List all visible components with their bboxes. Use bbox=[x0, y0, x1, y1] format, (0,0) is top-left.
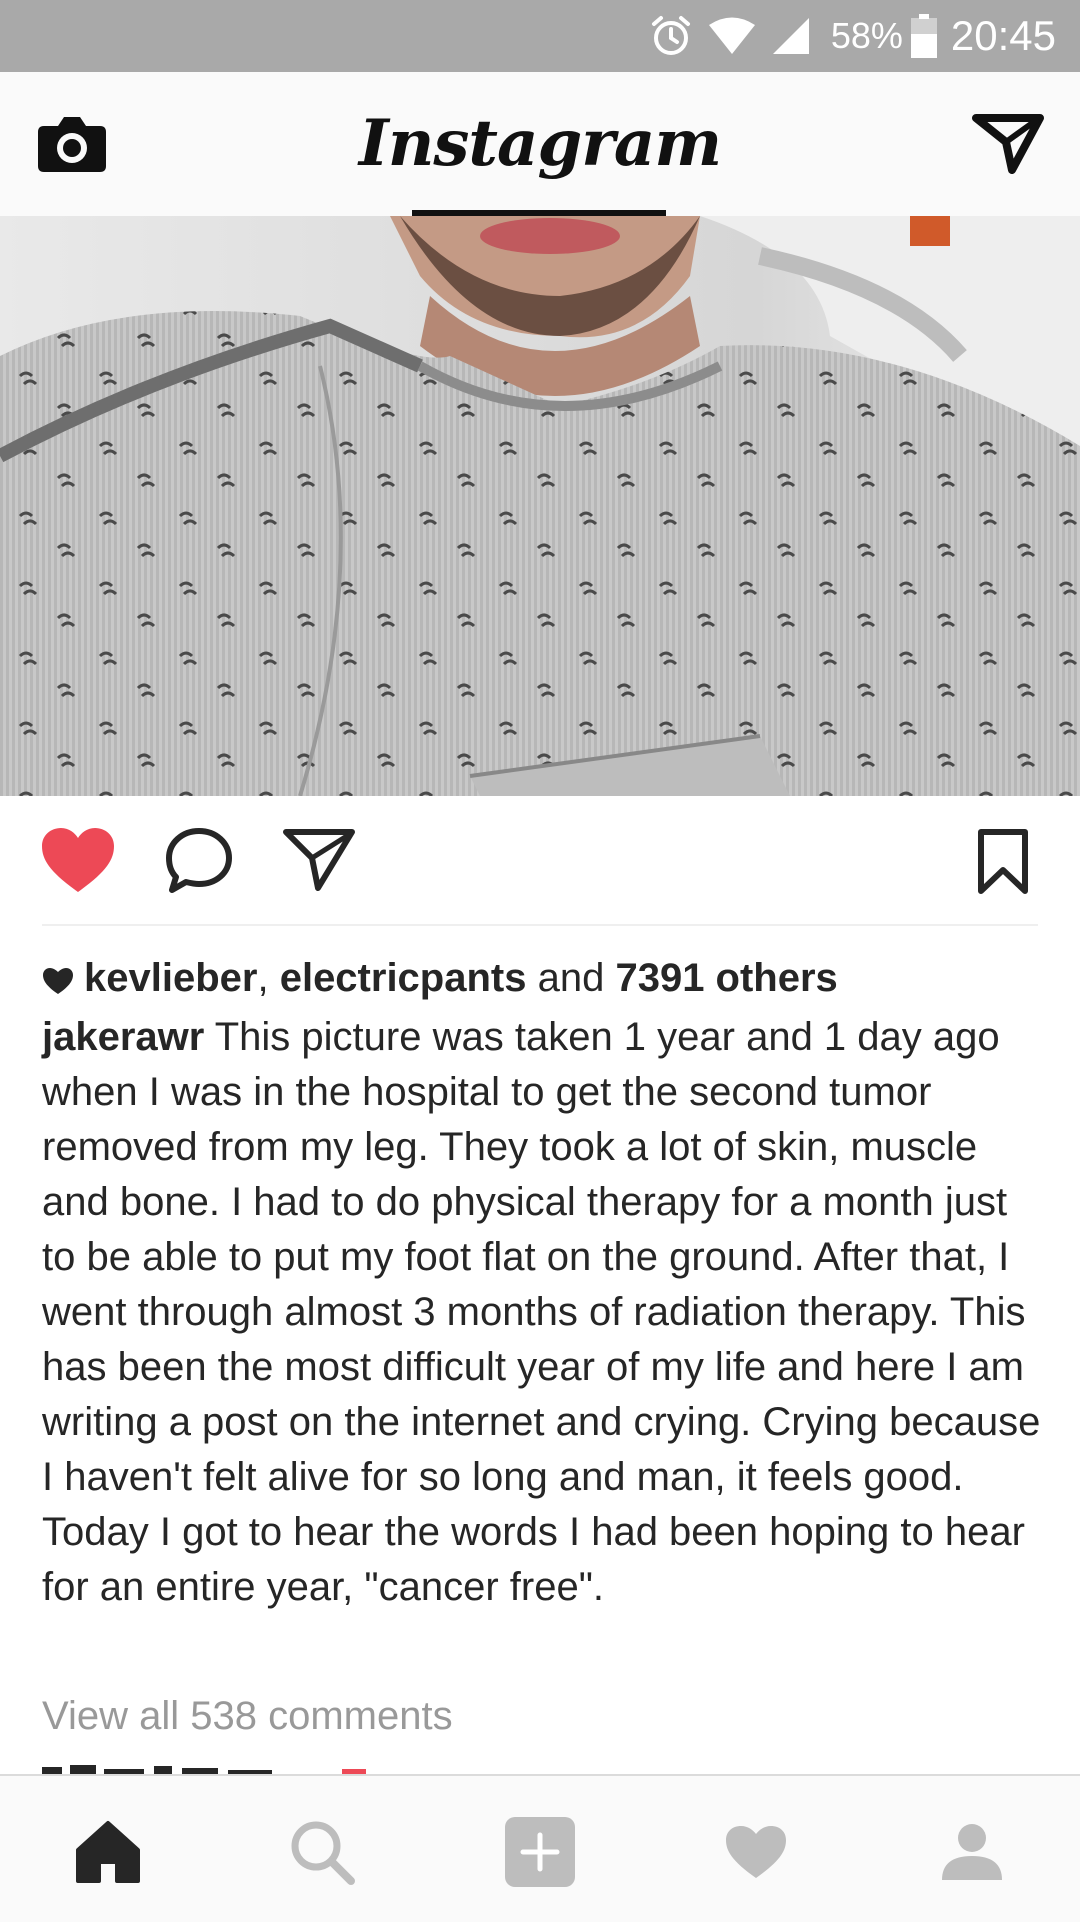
battery-percent: 58% bbox=[830, 15, 903, 56]
bottom-nav bbox=[0, 1774, 1080, 1922]
partial-comment bbox=[42, 1762, 372, 1774]
liker-username[interactable]: kevlieber bbox=[84, 956, 257, 1000]
app-header: Instagram bbox=[0, 72, 1080, 217]
caption-username[interactable]: jakerawr bbox=[42, 1015, 204, 1059]
likes-heart-icon bbox=[42, 954, 74, 1010]
profile-icon[interactable] bbox=[932, 1814, 1012, 1890]
signal-icon bbox=[771, 16, 811, 56]
home-icon[interactable] bbox=[68, 1814, 148, 1890]
caption-text: This picture was taken 1 year and 1 day … bbox=[42, 1015, 1041, 1609]
post-action-bar bbox=[0, 796, 1080, 926]
likes-and: and bbox=[526, 956, 616, 1000]
likes-summary: kevlieber, electricpants and 7391 others bbox=[42, 950, 1042, 1010]
share-icon[interactable] bbox=[282, 826, 356, 897]
status-bar: 58% 20:45 bbox=[0, 0, 1080, 72]
post-photo[interactable] bbox=[0, 216, 1080, 796]
likes-separator: , bbox=[257, 956, 280, 1000]
alarm-icon bbox=[649, 14, 693, 58]
battery-icon bbox=[910, 14, 937, 58]
like-heart-icon[interactable] bbox=[40, 826, 116, 899]
add-post-icon[interactable] bbox=[500, 1814, 580, 1890]
bookmark-icon[interactable] bbox=[976, 828, 1030, 901]
divider bbox=[42, 924, 1038, 926]
wifi-icon bbox=[707, 16, 757, 56]
comment-icon[interactable] bbox=[164, 826, 234, 899]
instagram-logo: Instagram bbox=[358, 106, 722, 181]
likes-others-count[interactable]: 7391 others bbox=[615, 956, 837, 1000]
clock: 20:45 bbox=[950, 12, 1056, 59]
liker-username[interactable]: electricpants bbox=[280, 956, 527, 1000]
view-all-comments-link[interactable]: View all 538 comments bbox=[42, 1688, 453, 1744]
search-icon[interactable] bbox=[282, 1814, 362, 1890]
post-caption: jakerawr This picture was taken 1 year a… bbox=[42, 1010, 1042, 1615]
activity-heart-icon[interactable] bbox=[716, 1814, 796, 1890]
direct-message-icon[interactable] bbox=[972, 112, 1044, 174]
